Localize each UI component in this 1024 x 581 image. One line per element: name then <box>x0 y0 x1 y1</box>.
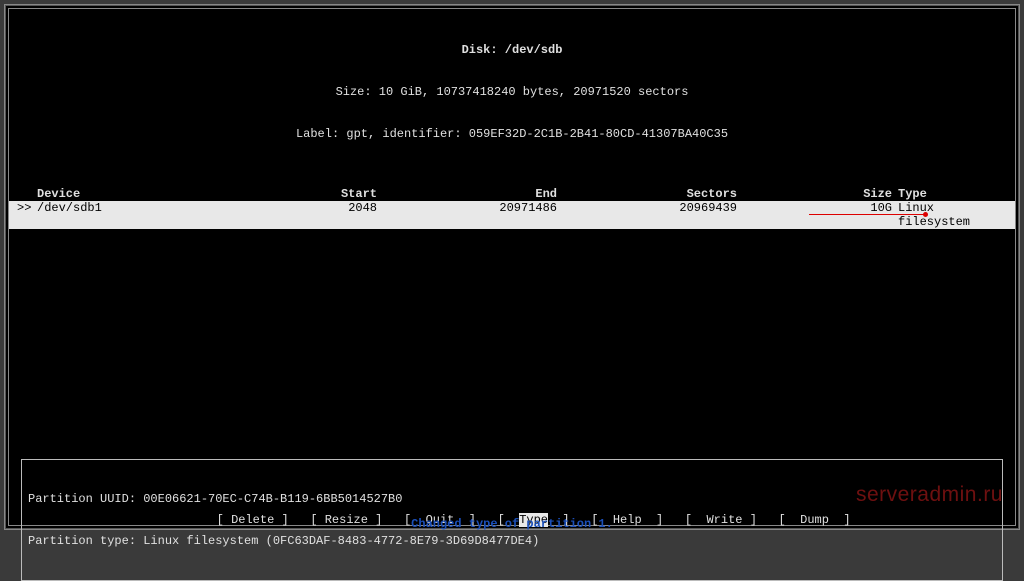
disk-header: Disk: /dev/sdb Size: 10 GiB, 10737418240… <box>9 9 1015 169</box>
annotation-dot <box>923 212 928 217</box>
disk-title-label: Disk: <box>462 43 505 57</box>
col-end-header: End <box>377 187 557 201</box>
row-start: 2048 <box>297 201 377 229</box>
status-message: Changed type of partition 1. <box>9 517 1015 531</box>
col-sectors-header: Sectors <box>557 187 737 201</box>
row-end: 20971486 <box>377 201 557 229</box>
disk-size-line: Size: 10 GiB, 10737418240 bytes, 2097152… <box>9 85 1015 99</box>
col-device-header: Device <box>37 187 297 201</box>
row-marker: >> <box>17 201 37 229</box>
disk-label-line: Label: gpt, identifier: 059EF32D-2C1B-2B… <box>9 127 1015 141</box>
col-marker <box>17 187 37 201</box>
terminal-inner-border: Disk: /dev/sdb Size: 10 GiB, 10737418240… <box>8 8 1016 526</box>
row-sectors: 20969439 <box>557 201 737 229</box>
disk-title-value: /dev/sdb <box>505 43 563 57</box>
col-size-header: Size <box>737 187 892 201</box>
row-type: Linux filesystem <box>892 201 1007 229</box>
terminal-window: Disk: /dev/sdb Size: 10 GiB, 10737418240… <box>4 4 1020 530</box>
annotation-underline <box>809 214 925 215</box>
row-size: 10G <box>737 201 892 229</box>
partition-table: Device Start End Sectors Size Type >> /d… <box>9 187 1015 229</box>
disk-title: Disk: /dev/sdb <box>9 43 1015 57</box>
row-device: /dev/sdb1 <box>37 201 297 229</box>
table-row[interactable]: >> /dev/sdb1 2048 20971486 20969439 10G … <box>9 201 1015 229</box>
col-start-header: Start <box>297 187 377 201</box>
col-type-header: Type <box>892 187 1007 201</box>
column-headers: Device Start End Sectors Size Type <box>9 187 1015 201</box>
